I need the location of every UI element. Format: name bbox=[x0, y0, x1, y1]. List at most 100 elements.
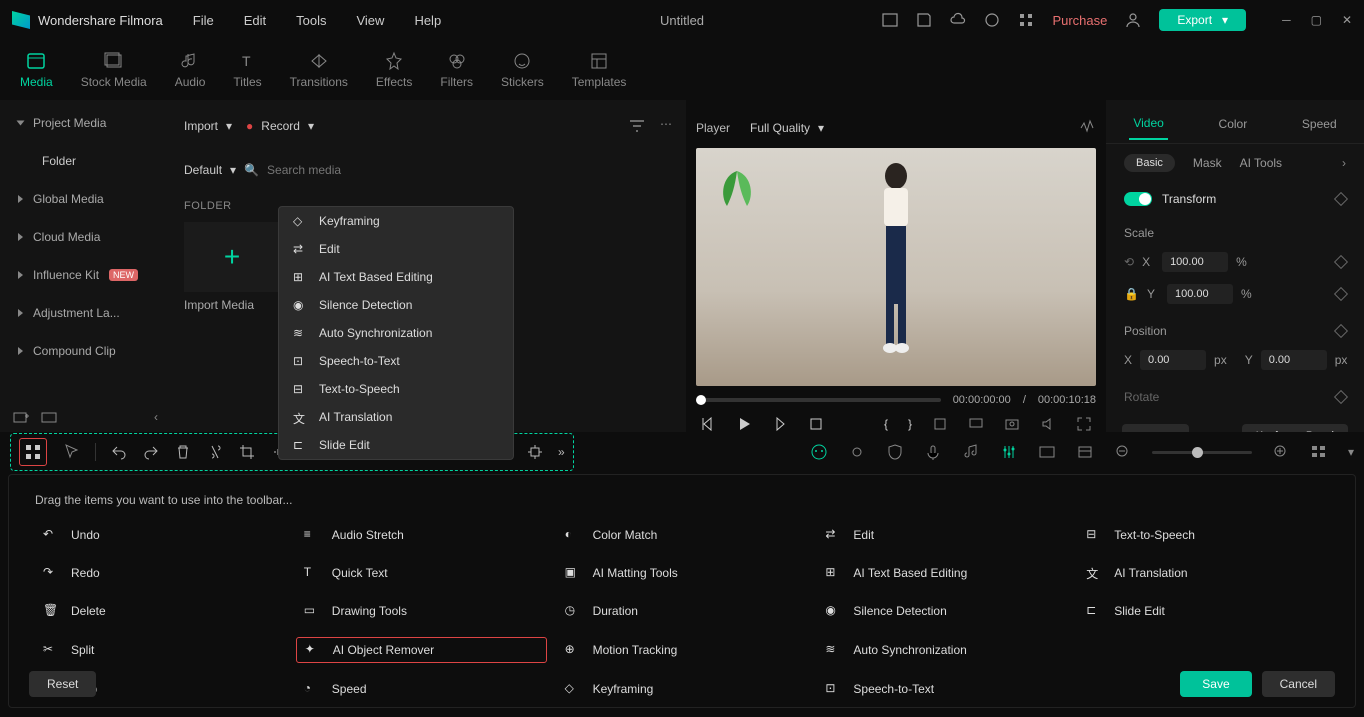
tool-ai-text-based-editing[interactable]: ⊞AI Text Based Editing bbox=[817, 561, 1068, 585]
menu-file[interactable]: File bbox=[193, 13, 214, 28]
tracking-icon[interactable] bbox=[526, 443, 544, 461]
marker-icon[interactable] bbox=[1076, 443, 1094, 461]
cursor-icon[interactable] bbox=[63, 443, 81, 461]
customize-grid-button[interactable] bbox=[19, 438, 47, 466]
mark-in-icon[interactable]: { bbox=[884, 417, 888, 431]
user-icon[interactable] bbox=[1125, 12, 1141, 28]
display-icon[interactable] bbox=[968, 416, 984, 432]
prop-tab-speed[interactable]: Speed bbox=[1298, 109, 1341, 139]
zoom-out-icon[interactable] bbox=[1114, 443, 1132, 461]
ctx-speech-to-text[interactable]: ⊡Speech-to-Text bbox=[279, 347, 513, 375]
tool-slide-edit[interactable]: ⊏Slide Edit bbox=[1078, 599, 1329, 623]
keyframe-diamond-icon[interactable] bbox=[1334, 255, 1348, 269]
tool-edit[interactable]: ⇄Edit bbox=[817, 523, 1068, 547]
menu-view[interactable]: View bbox=[356, 13, 384, 28]
ctx-keyframing[interactable]: ◇Keyframing bbox=[279, 207, 513, 235]
tool-quick-text[interactable]: TQuick Text bbox=[296, 561, 547, 585]
zoom-in-icon[interactable] bbox=[1272, 443, 1290, 461]
tool-color-match[interactable]: ◐Color Match bbox=[557, 523, 808, 547]
tab-stock-media[interactable]: Stock Media bbox=[81, 51, 147, 89]
crop-tool-icon[interactable] bbox=[238, 443, 256, 461]
snapshot-icon[interactable] bbox=[1004, 416, 1020, 432]
collapse-icon[interactable]: ‹ bbox=[154, 410, 158, 424]
keyframe-diamond-icon[interactable] bbox=[1334, 192, 1348, 206]
lock-icon[interactable]: 🔒 bbox=[1124, 287, 1139, 301]
prop-tab-video[interactable]: Video bbox=[1129, 108, 1167, 140]
sidebar-item-cloud-media[interactable]: Cloud Media bbox=[0, 218, 170, 256]
tab-titles[interactable]: TTitles bbox=[233, 51, 261, 89]
tab-media[interactable]: Media bbox=[20, 51, 53, 89]
purchase-link[interactable]: Purchase bbox=[1052, 13, 1107, 28]
tool-ai-matting-tools[interactable]: ▣AI Matting Tools bbox=[557, 561, 808, 585]
close-icon[interactable]: ✕ bbox=[1342, 13, 1352, 27]
sidebar-item-adjustment-layer[interactable]: Adjustment La... bbox=[0, 294, 170, 332]
mixer-icon[interactable] bbox=[1000, 443, 1018, 461]
tool-silence-detection[interactable]: ◉Silence Detection bbox=[817, 599, 1068, 623]
ctx-slide-edit[interactable]: ⊏Slide Edit bbox=[279, 431, 513, 459]
lock-icon[interactable]: ⟲ bbox=[1124, 255, 1134, 269]
volume-icon[interactable] bbox=[1040, 416, 1056, 432]
menu-edit[interactable]: Edit bbox=[244, 13, 266, 28]
playhead[interactable] bbox=[696, 395, 706, 405]
stop-icon[interactable] bbox=[808, 416, 824, 432]
subtab-ai-tools[interactable]: AI Tools bbox=[1240, 156, 1282, 170]
prev-frame-icon[interactable] bbox=[700, 416, 716, 432]
minimize-icon[interactable]: ─ bbox=[1282, 13, 1291, 27]
chevron-right-icon[interactable]: › bbox=[1342, 156, 1346, 170]
tool-drawing-tools[interactable]: ▭Drawing Tools bbox=[296, 599, 547, 623]
import-button[interactable]: Import▾ bbox=[184, 119, 232, 133]
split-icon[interactable] bbox=[206, 443, 224, 461]
chevron-down-icon[interactable]: ▾ bbox=[1348, 445, 1354, 459]
tool-auto-synchronization[interactable]: ≋Auto Synchronization bbox=[817, 637, 1068, 663]
view-mode-icon[interactable] bbox=[1310, 443, 1328, 461]
customize-cancel-button[interactable]: Cancel bbox=[1262, 671, 1335, 697]
sidebar-item-project-media[interactable]: Project Media bbox=[0, 104, 170, 142]
subtab-mask[interactable]: Mask bbox=[1193, 156, 1222, 170]
tab-transitions[interactable]: Transitions bbox=[290, 51, 348, 89]
ai-face-icon[interactable] bbox=[810, 443, 828, 461]
redo-icon[interactable] bbox=[142, 443, 160, 461]
transform-toggle[interactable] bbox=[1124, 192, 1152, 206]
new-folder-icon[interactable] bbox=[12, 408, 30, 426]
customize-save-button[interactable]: Save bbox=[1180, 671, 1251, 697]
shield-icon[interactable] bbox=[886, 443, 904, 461]
sun-icon[interactable] bbox=[848, 443, 866, 461]
tool-motion-tracking[interactable]: ⊕Motion Tracking bbox=[557, 637, 808, 663]
undo-icon[interactable] bbox=[110, 443, 128, 461]
tool-split[interactable]: ✂Split bbox=[35, 637, 286, 663]
ctx-auto-sync[interactable]: ≋Auto Synchronization bbox=[279, 319, 513, 347]
ctx-text-to-speech[interactable]: ⊟Text-to-Speech bbox=[279, 375, 513, 403]
fullscreen-icon[interactable] bbox=[1076, 416, 1092, 432]
keyframe-diamond-icon[interactable] bbox=[1334, 324, 1348, 338]
tool-duration[interactable]: ◷Duration bbox=[557, 599, 808, 623]
scale-y-input[interactable] bbox=[1167, 284, 1233, 304]
crop-icon[interactable] bbox=[932, 416, 948, 432]
tab-effects[interactable]: Effects bbox=[376, 51, 412, 89]
export-button[interactable]: Export▾ bbox=[1159, 9, 1246, 31]
sidebar-item-folder[interactable]: Folder bbox=[0, 142, 170, 180]
customize-reset-button[interactable]: Reset bbox=[29, 671, 96, 697]
record-button[interactable]: ●Record▾ bbox=[246, 119, 314, 133]
folder-icon[interactable] bbox=[40, 408, 58, 426]
quality-select[interactable]: Full Quality▾ bbox=[750, 121, 824, 135]
tab-filters[interactable]: Filters bbox=[440, 51, 473, 89]
import-media-tile[interactable]: + bbox=[184, 222, 280, 292]
more-icon[interactable]: ⋯ bbox=[660, 117, 672, 135]
pos-x-input[interactable] bbox=[1140, 350, 1206, 370]
tool-redo[interactable]: ↷Redo bbox=[35, 561, 286, 585]
waveform-icon[interactable] bbox=[1078, 119, 1096, 137]
sidebar-item-global-media[interactable]: Global Media bbox=[0, 180, 170, 218]
cloud-icon[interactable] bbox=[950, 12, 966, 28]
subtab-basic[interactable]: Basic bbox=[1124, 154, 1175, 172]
tool-delete[interactable]: 🗑Delete bbox=[35, 599, 286, 623]
keyframe-diamond-icon[interactable] bbox=[1334, 287, 1348, 301]
layout-icon[interactable] bbox=[882, 12, 898, 28]
apps-icon[interactable] bbox=[1018, 12, 1034, 28]
maximize-icon[interactable]: ▢ bbox=[1311, 13, 1322, 27]
tool-undo[interactable]: ↶Undo bbox=[35, 523, 286, 547]
ctx-silence-detection[interactable]: ◉Silence Detection bbox=[279, 291, 513, 319]
filter-icon[interactable] bbox=[628, 117, 646, 135]
support-icon[interactable] bbox=[984, 12, 1000, 28]
tab-stickers[interactable]: Stickers bbox=[501, 51, 544, 89]
ctx-ai-translation[interactable]: 文AI Translation bbox=[279, 403, 513, 431]
